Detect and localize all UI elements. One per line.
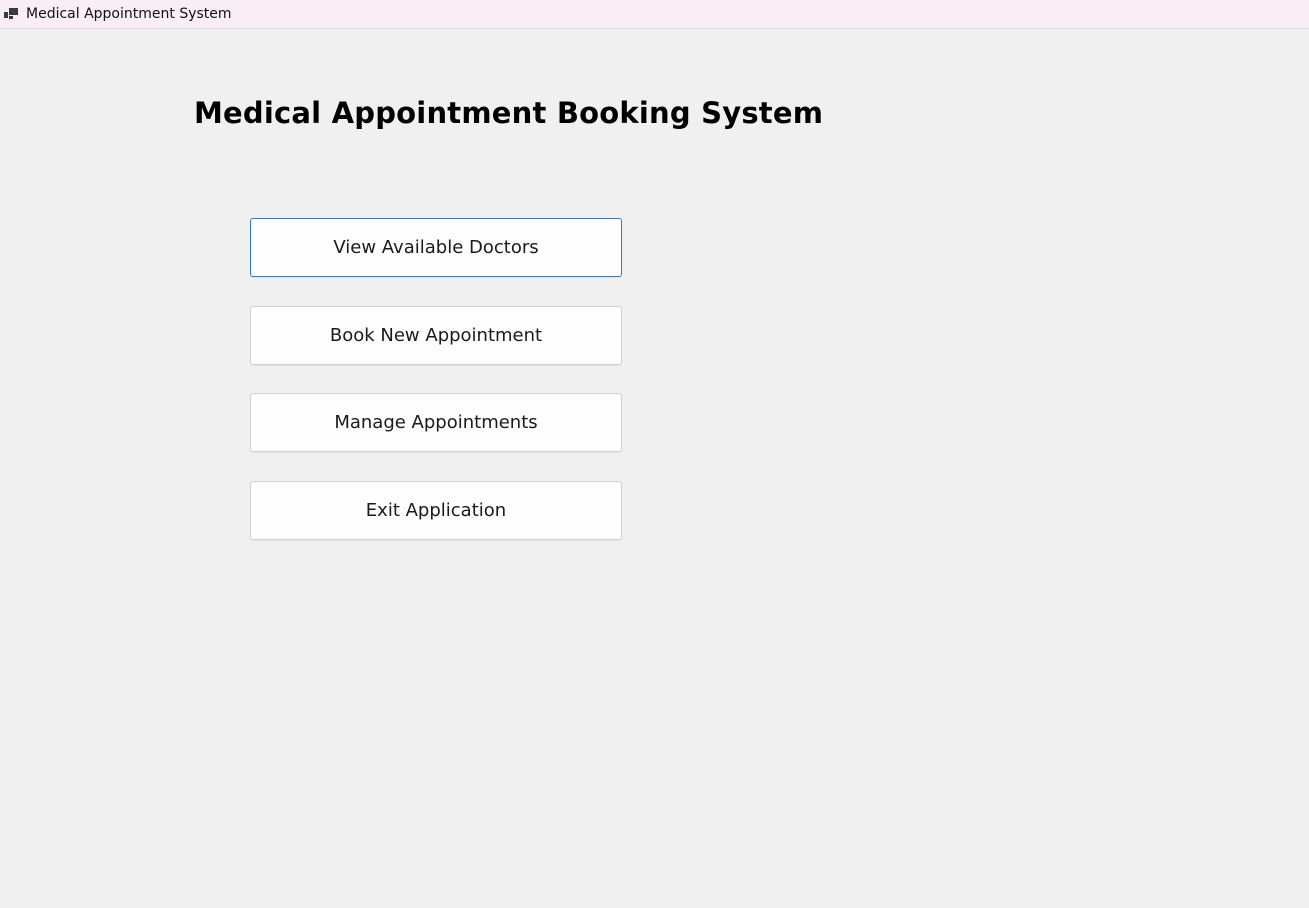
button-label: View Available Doctors [333, 237, 539, 258]
button-label: Exit Application [365, 500, 507, 521]
page-title: Medical Appointment Booking System [194, 96, 824, 130]
book-new-appointment-button[interactable]: Book New Appointment [250, 306, 622, 365]
window-title: Medical Appointment System [26, 6, 232, 22]
view-available-doctors-button[interactable]: View Available Doctors [250, 218, 622, 277]
button-label: Book New Appointment [329, 325, 543, 346]
button-label: Manage Appointments [334, 412, 538, 433]
exit-application-button[interactable]: Exit Application [250, 481, 622, 540]
manage-appointments-button[interactable]: Manage Appointments [250, 393, 622, 452]
app-window-icon[interactable] [3, 6, 19, 20]
title-bar[interactable]: Medical Appointment System [0, 0, 1309, 29]
